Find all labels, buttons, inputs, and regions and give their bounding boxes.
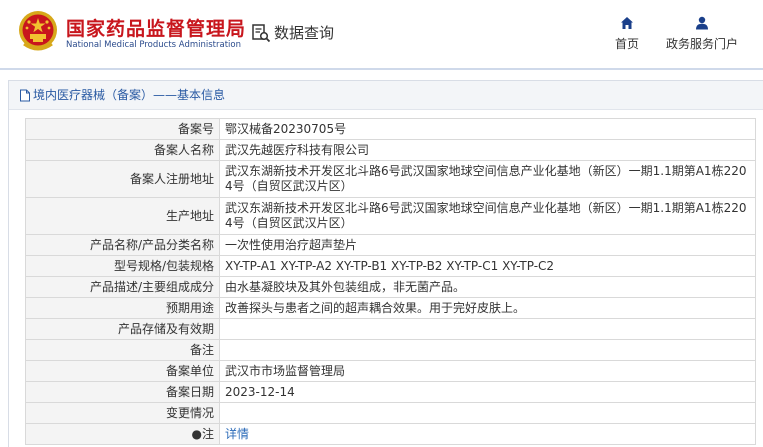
header-divider (0, 68, 763, 70)
table-row: 产品名称/产品分类名称 一次性使用治疗超声垫片 (25, 234, 756, 256)
row-label: 产品存储及有效期 (25, 318, 220, 340)
row-label: 备案号 (25, 118, 220, 140)
table-row: 生产地址 武汉东湖新技术开发区北斗路6号武汉国家地球空间信息产业化基地（新区）一… (25, 197, 756, 235)
row-value: 鄂汉械备20230705号 (219, 118, 756, 140)
row-label: ●注 (25, 423, 220, 445)
row-value: 武汉东湖新技术开发区北斗路6号武汉国家地球空间信息产业化基地（新区）一期1.1期… (219, 160, 756, 198)
row-value: 详情 (219, 423, 756, 445)
table-row: 备案单位 武汉市市场监督管理局 (25, 360, 756, 382)
details-link[interactable]: 详情 (225, 427, 249, 441)
table-row: 备案人注册地址 武汉东湖新技术开发区北斗路6号武汉国家地球空间信息产业化基地（新… (25, 160, 756, 198)
data-query-link[interactable]: 数据查询 (251, 22, 334, 43)
national-emblem-icon (19, 11, 57, 51)
document-icon (20, 89, 30, 101)
user-icon (696, 16, 708, 30)
table-row: 备案人名称 武汉先越医疗科技有限公司 (25, 139, 756, 161)
row-value: 一次性使用治疗超声垫片 (219, 234, 756, 256)
row-label: 生产地址 (25, 197, 220, 235)
row-value: 武汉先越医疗科技有限公司 (219, 139, 756, 161)
row-label: 产品描述/主要组成成分 (25, 276, 220, 298)
row-value (219, 402, 756, 424)
content-panel: 境内医疗器械（备案） ——基本信息 备案号 鄂汉械备20230705号 备案人名… (8, 80, 763, 447)
data-query-label: 数据查询 (274, 24, 335, 42)
row-label: 备案人注册地址 (25, 160, 220, 198)
site-header: 国家药品监督管理局 National Medical Products Admi… (0, 0, 763, 68)
row-label: 变更情况 (25, 402, 220, 424)
table-row: 产品描述/主要组成成分 由水基凝胶块及其外包装组成，非无菌产品。 (25, 276, 756, 298)
table-row: 备注 (25, 339, 756, 361)
row-value (219, 318, 756, 340)
breadcrumb-current: ——基本信息 (153, 88, 226, 102)
table-row: 变更情况 (25, 402, 756, 424)
nav-home[interactable]: 首页 (612, 16, 642, 52)
site-title: 国家药品监督管理局 (66, 18, 247, 40)
row-label: 备案日期 (25, 381, 220, 403)
nav-service-portal-label: 政务服务门户 (665, 37, 738, 51)
record-detail-table: 备案号 鄂汉械备20230705号 备案人名称 武汉先越医疗科技有限公司 备案人… (25, 118, 756, 445)
table-row: 备案号 鄂汉械备20230705号 (25, 118, 756, 140)
table-row: 备案日期 2023-12-14 (25, 381, 756, 403)
row-value: 改善探头与患者之间的超声耦合效果。用于完好皮肤上。 (219, 297, 756, 319)
nav-home-label: 首页 (614, 37, 639, 51)
row-label: 备案人名称 (25, 139, 220, 161)
row-value: 武汉东湖新技术开发区北斗路6号武汉国家地球空间信息产业化基地（新区）一期1.1期… (219, 197, 756, 235)
row-value: 武汉市市场监督管理局 (219, 360, 756, 382)
row-label: 产品名称/产品分类名称 (25, 234, 220, 256)
row-label: 备注 (25, 339, 220, 361)
row-value: 2023-12-14 (219, 381, 756, 403)
breadcrumb-category[interactable]: 境内医疗器械（备案） (33, 81, 153, 109)
row-value: XY-TP-A1 XY-TP-A2 XY-TP-B1 XY-TP-B2 XY-T… (219, 255, 756, 277)
row-label: 型号规格/包装规格 (25, 255, 220, 277)
home-icon (621, 17, 633, 29)
table-row: 产品存储及有效期 (25, 318, 756, 340)
row-value (219, 339, 756, 361)
row-label: 备案单位 (25, 360, 220, 382)
nav-service-portal[interactable]: 政务服务门户 (664, 16, 740, 52)
breadcrumb: 境内医疗器械（备案） ——基本信息 (9, 81, 763, 110)
row-label: 预期用途 (25, 297, 220, 319)
search-document-icon (252, 23, 271, 42)
table-row: 型号规格/包装规格 XY-TP-A1 XY-TP-A2 XY-TP-B1 XY-… (25, 255, 756, 277)
table-row: 预期用途 改善探头与患者之间的超声耦合效果。用于完好皮肤上。 (25, 297, 756, 319)
site-title-english: National Medical Products Administration (66, 40, 241, 50)
row-value: 由水基凝胶块及其外包装组成，非无菌产品。 (219, 276, 756, 298)
table-row: ●注 详情 (25, 423, 756, 445)
